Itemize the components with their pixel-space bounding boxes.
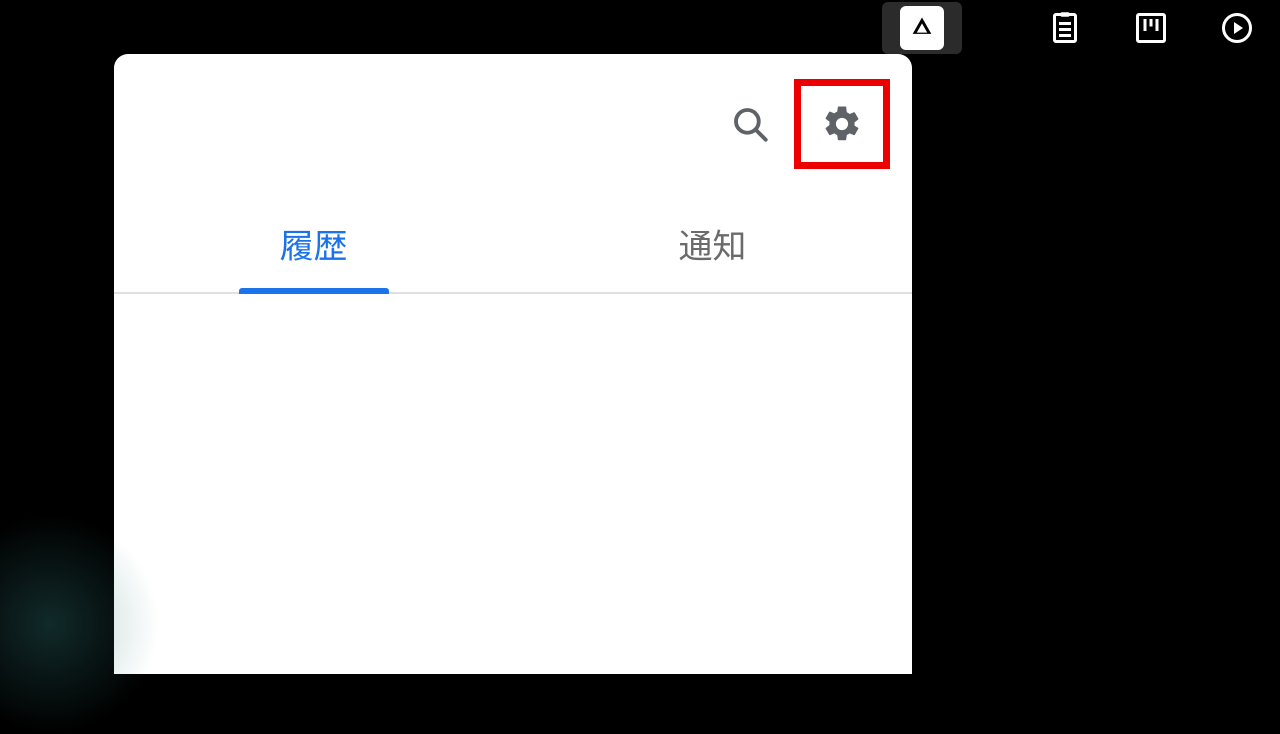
tab-history-label: 履歴 [280, 219, 348, 268]
search-button[interactable] [718, 92, 782, 156]
search-icon [729, 103, 771, 145]
tab-notifications[interactable]: 通知 [513, 194, 912, 292]
play-button[interactable] [1194, 0, 1280, 56]
panel-header [114, 54, 912, 194]
clipboard-button[interactable] [1022, 0, 1108, 56]
play-icon [1219, 10, 1255, 46]
tab-notifications-label: 通知 [679, 219, 747, 268]
gear-icon [821, 103, 863, 145]
board-icon [1133, 10, 1169, 46]
clipboard-icon [1047, 10, 1083, 46]
settings-button[interactable] [810, 92, 874, 156]
settings-highlight-box [794, 79, 890, 169]
drive-icon [900, 6, 944, 50]
content-area [114, 294, 912, 674]
board-button[interactable] [1108, 0, 1194, 56]
tab-history[interactable]: 履歴 [114, 194, 513, 292]
system-bar [882, 0, 1280, 56]
drive-app-button[interactable] [882, 2, 962, 54]
app-panel: 履歴 通知 [114, 54, 912, 674]
tab-bar: 履歴 通知 [114, 194, 912, 294]
